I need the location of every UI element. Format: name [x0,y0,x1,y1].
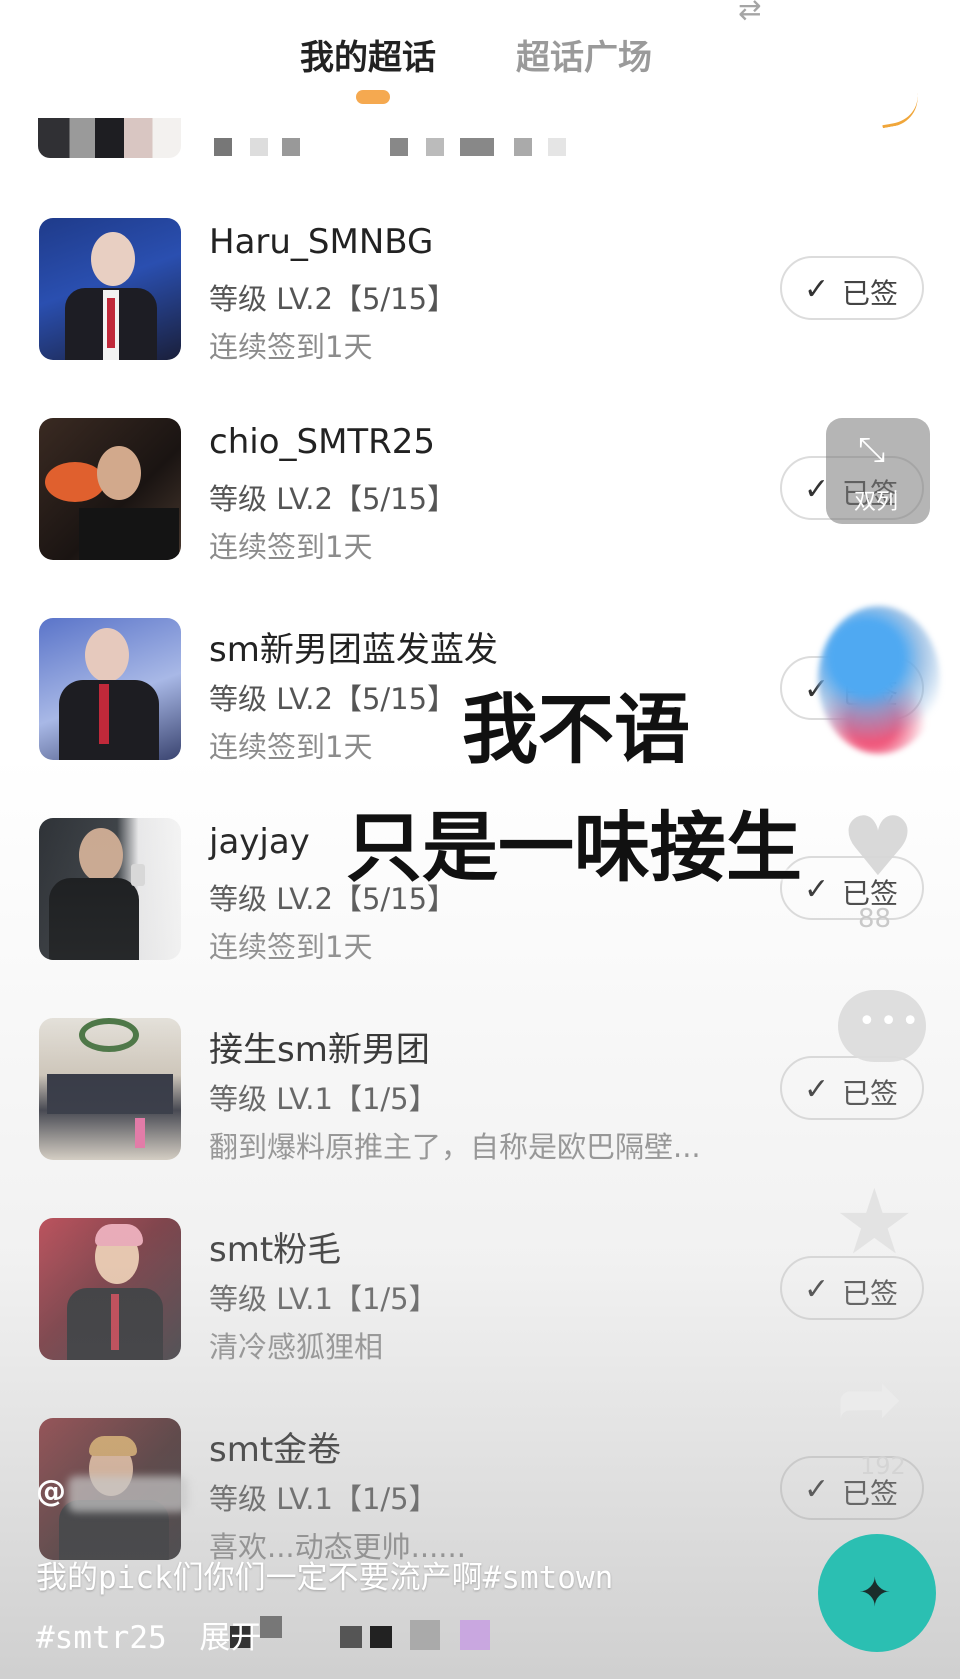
topic-avatar [39,1218,181,1360]
overlay-caption-line-1: 我不语 [462,685,690,774]
creator-avatar[interactable] [818,606,940,754]
post-caption: 我的pick们你们一定不要流产啊#smtown [36,1560,614,1596]
tab-my-super-topics[interactable]: 我的超话 [300,30,436,79]
share-count: 192 [860,1452,906,1480]
topic-name: sm新男团蓝发蓝发 [209,630,498,670]
topic-row[interactable]: 接生sm新男团 等级 LV.1【1/5】 翻到爆料原推主了，自称是欧巴隔壁...… [0,1018,960,1168]
topic-name: 接生sm新男团 [209,1030,430,1070]
dual-column-button[interactable]: ⤡ 双列 [826,418,930,524]
active-tab-indicator [356,90,390,104]
topic-desc: 连续签到1天 [209,330,373,364]
ellipsis-icon: ••• [858,1004,924,1039]
topic-row[interactable]: chio_SMTR25 等级 LV.2【5/15】 连续签到1天 ✓ 已签 [0,418,960,568]
topic-desc: 清冷感狐狸相 [209,1330,384,1364]
top-tab-bar: 我的超话 超话广场 ⇄ [0,0,960,110]
topic-level: 等级 LV.2【5/15】 [209,282,457,316]
share-icon[interactable]: ➦ [836,1352,903,1445]
heart-icon[interactable]: ♥ [836,806,920,890]
topic-name: chio_SMTR25 [209,422,436,462]
pixelated-mosaic [230,1616,510,1656]
caption-second-line: #smtr25 展开 [36,1612,261,1657]
signed-label: 已签 [842,277,899,310]
expand-link[interactable]: 展开 [199,1620,261,1656]
topic-desc: 连续签到1天 [209,930,373,964]
topic-avatar [39,1018,181,1160]
topic-name: Haru_SMNBG [209,222,434,262]
topic-avatar [39,218,181,360]
like-count: 88 [858,904,892,934]
dual-column-label: 双列 [854,490,899,515]
music-disc[interactable]: ✦ [818,1534,936,1652]
bird-icon: ✦ [858,1570,892,1616]
topic-level: 等级 LV.2【5/15】 [209,682,457,716]
topic-name: smt粉毛 [209,1230,342,1270]
signed-label: 已签 [842,1077,899,1110]
pixelated-text [214,138,634,156]
signed-button[interactable]: ✓ 已签 [780,1056,924,1120]
comment-icon[interactable]: ••• [838,990,926,1062]
topic-level: 等级 LV.1【1/5】 [209,1282,438,1316]
topic-level: 等级 LV.2【5/15】 [209,482,457,516]
topic-avatar [39,618,181,760]
topic-row[interactable]: Haru_SMNBG 等级 LV.2【5/15】 连续签到1天 ✓ 已签 [0,218,960,368]
blurred-author-name [68,1476,188,1512]
topic-avatar [38,118,181,158]
overlay-caption-line-2: 只是一味接生 [346,803,802,892]
topic-name: smt金卷 [209,1430,342,1470]
topic-row[interactable]: smt粉毛 等级 LV.1【1/5】 清冷感狐狸相 ✓ 已签 [0,1218,960,1368]
topic-level: 等级 LV.1【1/5】 [209,1082,438,1116]
signed-label: 已签 [842,1277,899,1310]
topic-name: jayjay [209,822,310,862]
star-icon[interactable]: ★ [834,1170,915,1275]
check-icon: ✓ [804,1472,830,1507]
partial-list-item[interactable] [38,118,938,163]
check-icon: ✓ [804,272,830,307]
check-icon: ✓ [804,1072,830,1107]
swap-icon[interactable]: ⇄ [738,0,778,24]
collapse-arrows-icon: ⤡ [858,430,886,470]
topic-desc: 连续签到1天 [209,730,373,764]
signed-button[interactable]: ✓ 已签 [780,256,924,320]
tab-super-topic-square[interactable]: 超话广场 [516,30,652,79]
topic-level: 等级 LV.1【1/5】 [209,1482,438,1516]
check-icon: ✓ [804,872,830,907]
topic-avatar [39,818,181,960]
check-icon: ✓ [804,1272,830,1307]
topic-desc: 连续签到1天 [209,530,373,564]
author-handle[interactable]: @ [36,1474,66,1509]
topic-desc: 翻到爆料原推主了，自称是欧巴隔壁... [209,1130,701,1164]
hashtag-link[interactable]: #smtr25 [36,1620,167,1656]
topic-avatar [39,418,181,560]
